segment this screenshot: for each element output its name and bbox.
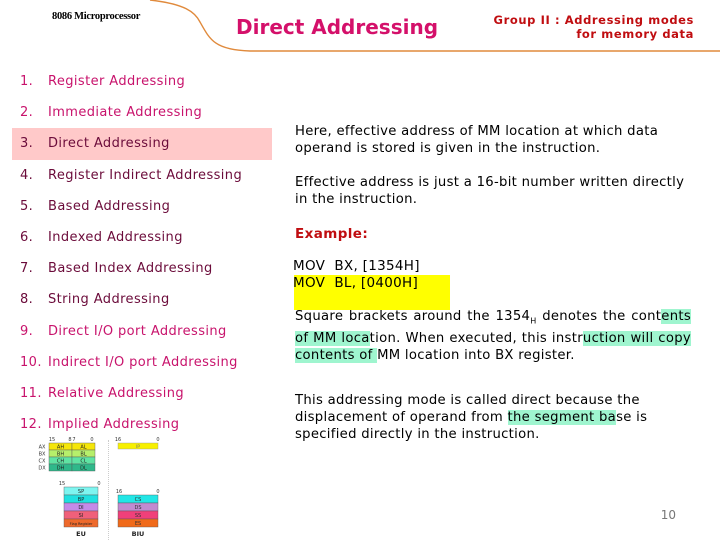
register-name: CX — [39, 459, 46, 465]
biu-register-label: ES — [135, 521, 141, 527]
register-high-label: BH — [57, 452, 64, 458]
code-line-1: MOV BX, [1354H] — [293, 258, 420, 274]
addressing-mode-item[interactable]: 10. Indirect I/O port Addressing — [0, 347, 272, 378]
mode-number: 8. — [20, 292, 34, 308]
addressing-mode-item[interactable]: 8. String Addressing — [0, 284, 272, 315]
mode-number: 5. — [20, 198, 34, 214]
mode-number: 4. — [20, 167, 34, 183]
addressing-mode-item[interactable]: 5. Based Addressing — [0, 191, 272, 222]
mode-label: Based Addressing — [48, 198, 171, 214]
mode-label: Indexed Addressing — [48, 230, 183, 246]
mode-number: 9. — [20, 323, 34, 339]
mode-label: Indirect I/O port Addressing — [48, 354, 238, 370]
mode-number: 12. — [20, 417, 42, 433]
biu-register-label: CS — [135, 497, 142, 503]
paragraph-effective-address: Effective address is just a 16-bit numbe… — [295, 175, 685, 207]
mode-number: 11. — [20, 385, 42, 401]
mode-number: 6. — [20, 230, 34, 246]
addressing-mode-item[interactable]: 3. Direct Addressing — [12, 128, 272, 160]
register-name: BX — [39, 452, 46, 458]
bit-label: 0 — [156, 489, 159, 495]
bit-label: 16 — [116, 489, 122, 495]
mode-number: 7. — [20, 261, 34, 277]
register-low-label: CL — [80, 459, 86, 465]
mode-number: 3. — [20, 136, 34, 152]
bit-label: 0 — [90, 437, 93, 443]
eu-register-label: SP — [78, 489, 84, 495]
text: MM location into BX register. — [377, 347, 575, 363]
bit-label: 15 — [49, 437, 55, 443]
register-diagram: 15 8 7 0 AX AH AL BX BH BL CX CH CL DX DH DL 16 0 IP 15 0 SP B… — [38, 437, 159, 538]
slide-title: Direct Addressing — [236, 15, 439, 39]
mode-number: 10. — [20, 354, 42, 370]
bit-label: 15 — [59, 481, 65, 487]
group-subtitle: Group II : Addressing modes for memory d… — [494, 13, 694, 41]
course-label: 8086 Microprocessor — [52, 11, 141, 22]
eu-label: EU — [76, 530, 86, 538]
text: denotes the cont — [536, 309, 662, 324]
addressing-mode-list: 1. Register Addressing 2. Immediate Address… — [0, 66, 272, 440]
addressing-mode-item[interactable]: 11. Relative Addressing — [0, 378, 272, 409]
biu-register-label: DS — [134, 505, 141, 511]
eu-register-label: SI — [79, 513, 84, 519]
bit-label: 0 — [97, 481, 100, 487]
register-high-label: CH — [57, 459, 64, 465]
register-low-label: AL — [80, 445, 86, 451]
bit-label: 0 — [156, 437, 159, 443]
register-high-label: AH — [57, 445, 64, 451]
eu-register-label: DI — [78, 505, 83, 511]
paragraph-definition: Here, effective address of MM location a… — [295, 124, 659, 156]
text: Square brackets around the 1354 — [295, 309, 531, 324]
ip-label: IP — [136, 444, 140, 450]
register-low-label: BL — [80, 452, 86, 458]
page-number: 10 — [660, 508, 676, 522]
mode-label: Based Index Addressing — [48, 261, 213, 277]
group-line-2: for memory data — [576, 27, 694, 41]
mode-label: String Addressing — [48, 292, 170, 308]
mode-label: Relative Addressing — [48, 385, 185, 401]
mode-label: Register Indirect Addressing — [48, 167, 243, 183]
addressing-mode-item[interactable]: 9. Direct I/O port Addressing — [0, 316, 272, 347]
register-name: AX — [39, 445, 46, 451]
addressing-mode-item[interactable]: 7. Based Index Addressing — [0, 253, 272, 284]
code-example: MOV BX, [1354H] MOV BL, [0400H] — [293, 258, 420, 292]
mode-label: Immediate Addressing — [48, 105, 203, 121]
mode-label: Register Addressing — [48, 74, 186, 90]
mode-label: Direct Addressing — [48, 136, 170, 152]
mode-number: 2. — [20, 105, 34, 121]
biu-register-label: SS — [135, 513, 141, 519]
mode-label: Implied Addressing — [48, 417, 180, 433]
addressing-mode-item[interactable]: 4. Register Indirect Addressing — [0, 160, 272, 191]
mode-label: Direct I/O port Addressing — [48, 323, 227, 339]
eu-register-label: BP — [78, 497, 84, 503]
bit-label: 16 — [115, 437, 121, 443]
eu-register-label: Flag Register — [70, 522, 93, 526]
bit-label: 8 — [68, 437, 71, 443]
paragraph-direct-reason: This addressing mode is called direct be… — [295, 392, 691, 443]
mode-number: 1. — [20, 74, 34, 90]
addressing-mode-item[interactable]: 2. Immediate Addressing — [0, 97, 272, 128]
addressing-mode-item[interactable]: 1. Register Addressing — [0, 66, 272, 97]
example-label: Example: — [295, 226, 369, 242]
register-low-label: DL — [80, 466, 87, 472]
register-name: DX — [38, 466, 46, 472]
bit-label: 7 — [72, 437, 75, 443]
group-line-1: Group II : Addressing modes — [493, 13, 694, 27]
text: tion. When executed, this instr — [369, 330, 583, 346]
register-high-label: DH — [57, 466, 65, 472]
addressing-mode-item[interactable]: 6. Indexed Addressing — [0, 222, 272, 253]
code-line-2: MOV BL, [0400H] — [293, 275, 419, 291]
biu-label: BIU — [132, 530, 145, 538]
highlighted-text: the segment ba — [507, 410, 617, 425]
paragraph-square-brackets: Square brackets around the 1354H denotes… — [295, 308, 691, 364]
